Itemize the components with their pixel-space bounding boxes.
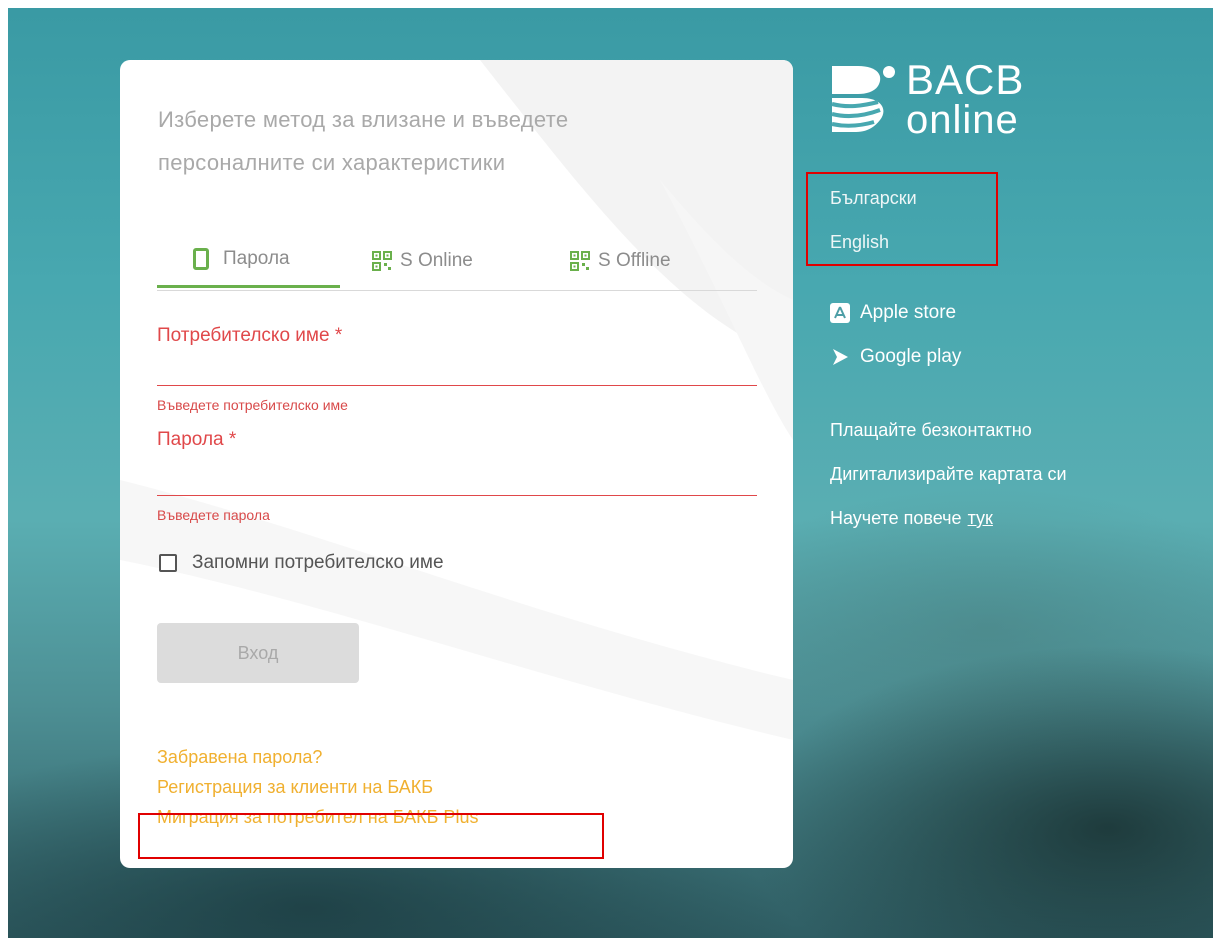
- logo-line1: BACB: [906, 56, 1025, 103]
- migration-highlight: [138, 813, 604, 859]
- password-input[interactable]: [157, 495, 757, 496]
- username-input[interactable]: [157, 385, 757, 386]
- logo-line2: online: [906, 98, 1019, 142]
- intro-text: Изберете метод за влизане и въведете пер…: [158, 107, 569, 175]
- remember-checkbox[interactable]: [159, 554, 177, 572]
- tab-s-online[interactable]: S Online: [372, 232, 473, 290]
- tab-s-offline[interactable]: S Offline: [570, 232, 671, 290]
- remember-label: Запомни потребителско име: [192, 552, 444, 573]
- phone-icon: [193, 247, 209, 270]
- google-play-label: Google play: [860, 346, 962, 367]
- login-button[interactable]: Вход: [157, 623, 359, 683]
- logo-text: BACB online: [906, 56, 1025, 142]
- qr-icon: [570, 251, 590, 271]
- google-play-link[interactable]: Google play: [830, 346, 961, 368]
- bacb-logo: BACB online: [828, 56, 1025, 142]
- promo-learn-more-text: Научете повече: [830, 508, 962, 528]
- google-play-icon: [830, 347, 850, 367]
- tab-s-online-label: S Online: [400, 250, 473, 271]
- password-label: Парола *: [157, 429, 237, 450]
- tab-password-label: Парола: [223, 247, 290, 269]
- password-field[interactable]: Парола * Въведете парола: [157, 429, 757, 523]
- language-highlight: [806, 172, 998, 266]
- tab-s-offline-label: S Offline: [598, 250, 671, 271]
- apple-store-label: Apple store: [860, 302, 957, 323]
- promo-here-link[interactable]: тук: [968, 508, 993, 528]
- username-label: Потребителско име *: [157, 325, 343, 346]
- username-error: Въведете потребителско име: [157, 397, 348, 413]
- apple-store-link[interactable]: Apple store: [830, 302, 956, 324]
- forgot-password-link[interactable]: Забравена парола?: [157, 742, 478, 772]
- promo-digitalize: Дигитализирайте картата си: [830, 464, 1067, 484]
- remember-username[interactable]: Запомни потребителско име: [159, 552, 444, 574]
- username-field[interactable]: Потребителско име * Въведете потребителс…: [157, 325, 757, 413]
- login-method-tabs: Парола S Online S Offline: [157, 232, 757, 291]
- register-link[interactable]: Регистрация за клиенти на БАКБ: [157, 772, 478, 802]
- apple-store-icon: [830, 303, 850, 323]
- password-error: Въведете парола: [157, 507, 270, 523]
- promo-contactless: Плащайте безконтактно: [830, 420, 1032, 440]
- bacb-logo-icon: [831, 66, 895, 132]
- promo-learn-more: Научете повече тук: [830, 508, 993, 529]
- login-card: Изберете метод за влизане и въведете пер…: [120, 60, 793, 868]
- qr-icon: [372, 251, 392, 271]
- tab-password[interactable]: Парола: [157, 232, 340, 288]
